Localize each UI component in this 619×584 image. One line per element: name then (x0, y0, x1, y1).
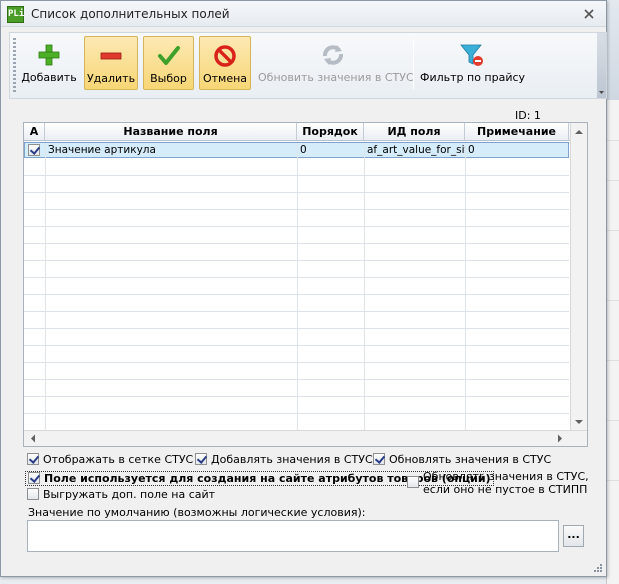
background-row-line (607, 360, 619, 361)
show-in-grid-checkbox[interactable]: Отображать в сетке СТУС (27, 453, 193, 466)
table-header: A Название поля Порядок ИД поля Примечан… (24, 123, 587, 141)
empty-row (24, 228, 569, 244)
no-entry-icon (214, 45, 236, 67)
empty-row (24, 415, 569, 431)
delete-button[interactable]: Удалить (84, 36, 138, 90)
row-checkbox-cell[interactable] (25, 143, 46, 158)
refresh-icon (323, 45, 343, 65)
update-if-not-empty-line1: Обновлять значения в СТУС, (423, 470, 589, 483)
toolbar-overflow-button[interactable] (597, 33, 606, 98)
horizontal-scrollbar[interactable] (24, 430, 587, 446)
scroll-right-arrow-icon[interactable] (554, 431, 566, 446)
update-values-label: Обновлять значения в СТУС (389, 453, 552, 466)
table-body: Значение артикула 0 af_art_value_for_sit… (24, 141, 569, 431)
checkbox-box[interactable] (407, 476, 419, 488)
delete-button-label: Удалить (86, 72, 136, 85)
empty-row (24, 364, 569, 380)
checkbox-box[interactable] (373, 453, 385, 465)
toolbar: Добавить Удалить Выбор Отмена Обновить з… (9, 32, 607, 99)
update-values-checkbox[interactable]: Обновлять значения в СТУС (373, 453, 551, 466)
filter-by-price-button-label: Фильтр по прайсу (420, 71, 526, 84)
background-row-line (607, 140, 619, 141)
update-values-button-label: Обновить значения в СТУС (258, 71, 414, 84)
add-values-checkbox[interactable]: Добавлять значения в СТУС (195, 453, 373, 466)
update-if-not-empty-label: Обновлять значения в СТУС, если оно не п… (423, 470, 589, 496)
default-value-browse-button[interactable]: ... (563, 525, 584, 547)
checkbox-box[interactable] (27, 453, 39, 465)
empty-row (24, 313, 569, 329)
show-in-grid-label: Отображать в сетке СТУС (43, 453, 194, 466)
default-value-input[interactable] (27, 520, 559, 552)
empty-row (24, 381, 569, 397)
column-header-note[interactable]: Примечание (465, 123, 569, 141)
background-app-strip (606, 0, 619, 584)
vertical-scrollbar[interactable] (570, 123, 587, 431)
export-to-site-label: Выгружать доп. поле на сайт (43, 488, 216, 501)
add-button-label: Добавить (21, 71, 77, 84)
checkbox-box[interactable] (195, 453, 207, 465)
title-bar[interactable]: PLi Список дополнительных полей (1, 1, 606, 27)
column-header-order[interactable]: Порядок (297, 123, 364, 141)
scroll-up-arrow-icon[interactable] (571, 126, 587, 138)
empty-row (24, 160, 569, 176)
scroll-down-arrow-icon[interactable] (571, 416, 587, 428)
cell-note[interactable]: 0 (466, 143, 569, 158)
close-button[interactable] (580, 5, 598, 23)
empty-row (24, 330, 569, 346)
column-header-a[interactable]: A (24, 123, 45, 141)
resize-grip-icon[interactable] (593, 563, 603, 573)
filter-by-price-button[interactable]: Фильтр по прайсу (420, 36, 526, 90)
minus-icon (100, 52, 122, 60)
app-logo-icon: PLi (7, 6, 24, 23)
update-values-button[interactable]: Обновить значения в СТУС (258, 36, 414, 90)
background-row-line (607, 300, 619, 301)
checkmark-icon (157, 46, 180, 65)
column-header-field-name[interactable]: Название поля (45, 123, 297, 141)
plus-icon (38, 44, 60, 66)
select-button[interactable]: Выбор (143, 36, 194, 90)
export-to-site-checkbox[interactable]: Выгружать доп. поле на сайт (27, 488, 215, 501)
update-if-not-empty-line2: если оно не пустое в СТИПП (423, 483, 588, 496)
cell-field-name[interactable]: Значение артикула (46, 143, 298, 158)
window-title: Список дополнительных полей (31, 7, 230, 21)
add-button[interactable]: Добавить (20, 36, 78, 90)
empty-row (24, 296, 569, 312)
empty-row (24, 347, 569, 363)
cell-order[interactable]: 0 (298, 143, 365, 158)
close-icon (584, 9, 594, 19)
record-id-label: ID: 1 (515, 109, 541, 122)
background-header (607, 0, 619, 100)
empty-row (24, 262, 569, 278)
table-row[interactable]: Значение артикула 0 af_art_value_for_sit… (24, 142, 569, 158)
select-button-label: Выбор (150, 72, 187, 85)
cancel-button-label: Отмена (202, 72, 248, 85)
background-row-line (607, 180, 619, 181)
chevron-down-icon (599, 91, 604, 94)
update-if-not-empty-checkbox[interactable] (407, 475, 419, 488)
background-row-line (607, 420, 619, 421)
fields-table: A Название поля Порядок ИД поля Примечан… (23, 122, 588, 447)
toolbar-separator (413, 39, 414, 89)
row-checkbox[interactable] (28, 144, 40, 156)
default-value-label: Значение по умолчанию (возможны логическ… (28, 506, 366, 519)
empty-row (24, 194, 569, 210)
dialog-window: PLi Список дополнительных полей Добавить… (0, 0, 607, 577)
background-row-line (607, 480, 619, 481)
scroll-left-arrow-icon[interactable] (27, 431, 39, 446)
empty-row (24, 279, 569, 295)
empty-row (24, 177, 569, 193)
checkbox-box[interactable] (28, 472, 40, 484)
toolbar-grip[interactable] (13, 38, 16, 94)
cell-field-id[interactable]: af_art_value_for_sit (365, 143, 466, 158)
checkbox-box[interactable] (27, 488, 39, 500)
background-row-line (607, 230, 619, 231)
filter-icon (460, 44, 483, 66)
empty-row (24, 211, 569, 227)
empty-row (24, 245, 569, 261)
column-header-field-id[interactable]: ИД поля (364, 123, 465, 141)
empty-row (24, 398, 569, 414)
cancel-button[interactable]: Отмена (199, 36, 251, 90)
add-values-label: Добавлять значения в СТУС (211, 453, 373, 466)
